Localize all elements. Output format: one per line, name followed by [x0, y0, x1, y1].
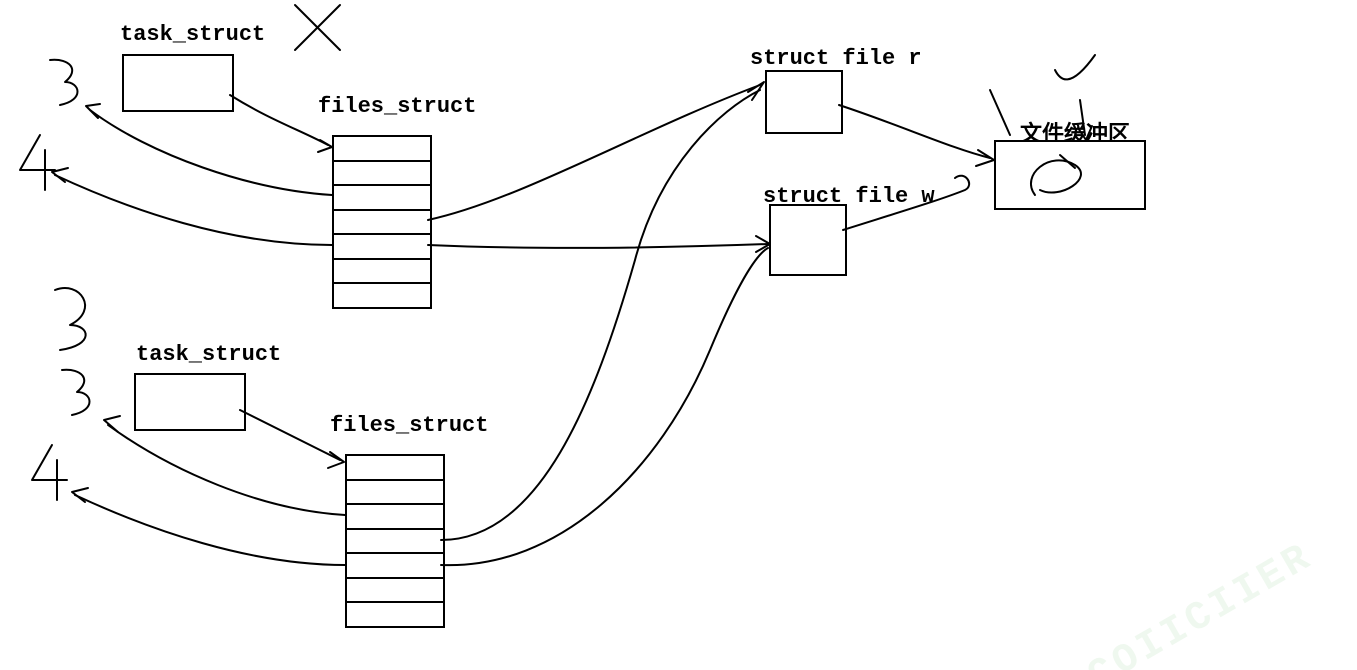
table-row	[347, 481, 443, 506]
table-row	[334, 211, 430, 236]
table-row	[347, 603, 443, 626]
files-struct-bottom-label: files_struct	[330, 413, 488, 438]
struct-file-r-label: struct file r	[750, 46, 922, 71]
table-row	[334, 235, 430, 260]
table-row	[334, 162, 430, 187]
watermark: COIICIIER	[1081, 535, 1322, 670]
struct-file-w-box	[769, 204, 847, 276]
table-row	[334, 260, 430, 285]
table-row	[334, 137, 430, 162]
task-struct-top-label: task_struct	[120, 22, 265, 47]
task-struct-bottom-box	[134, 373, 246, 431]
table-row	[347, 505, 443, 530]
table-row	[334, 284, 430, 307]
struct-file-r-box	[765, 70, 843, 134]
task-struct-top-box	[122, 54, 234, 112]
table-row	[347, 579, 443, 604]
table-row	[347, 456, 443, 481]
files-struct-top-table	[332, 135, 432, 309]
file-buffer-box	[994, 140, 1146, 210]
table-row	[347, 554, 443, 579]
table-row	[334, 186, 430, 211]
task-struct-bottom-label: task_struct	[136, 342, 281, 367]
files-struct-bottom-table	[345, 454, 445, 628]
files-struct-top-label: files_struct	[318, 94, 476, 119]
table-row	[347, 530, 443, 555]
